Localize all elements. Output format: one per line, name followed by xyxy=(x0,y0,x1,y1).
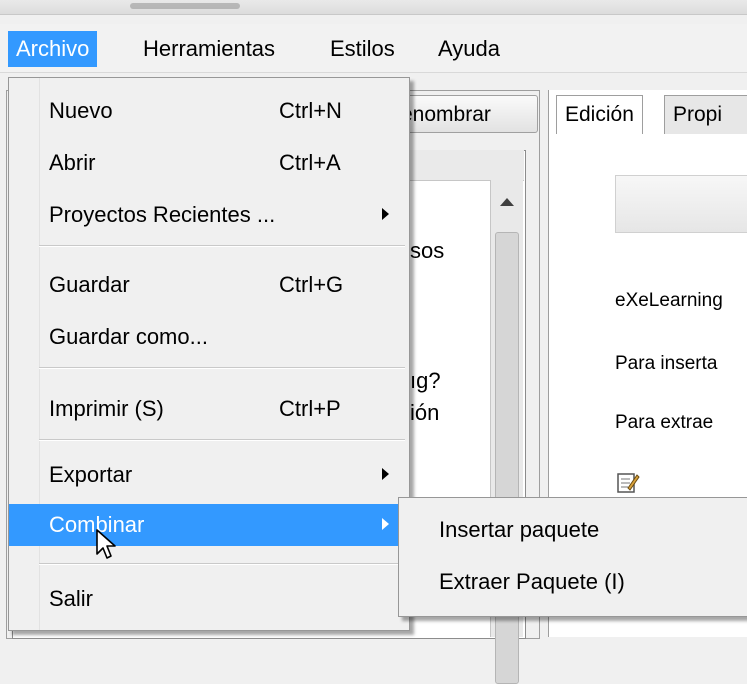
menu-item-nuevo[interactable]: Nuevo Ctrl+N xyxy=(9,90,407,132)
submenu-item-label: Extraer Paquete (I) xyxy=(439,569,625,594)
menu-item-imprimir[interactable]: Imprimir (S) Ctrl+P xyxy=(9,388,407,430)
menu-item-shortcut: Ctrl+N xyxy=(279,98,342,123)
menu-herramientas[interactable]: Herramientas xyxy=(135,31,283,67)
archivo-dropdown-menu: Nuevo Ctrl+N Abrir Ctrl+A Proyectos Reci… xyxy=(8,77,410,631)
menu-separator xyxy=(39,439,405,441)
window-title-strip xyxy=(0,0,747,15)
submenu-arrow-icon xyxy=(382,208,389,220)
combinar-submenu: Insertar paquete Extraer Paquete (I) xyxy=(398,497,747,617)
menu-item-label: Imprimir (S) xyxy=(49,396,164,421)
outline-text-fragment: sos xyxy=(410,238,445,263)
submenu-arrow-icon xyxy=(382,518,389,530)
outline-text-fragment: ión xyxy=(410,400,440,425)
menu-ayuda[interactable]: Ayuda xyxy=(430,31,508,67)
submenu-item-insertar-paquete[interactable]: Insertar paquete xyxy=(399,509,745,551)
menu-separator xyxy=(39,367,405,369)
menu-item-guardar-como[interactable]: Guardar como... xyxy=(9,316,407,358)
tab-propiedades[interactable]: Propi xyxy=(664,95,747,134)
menu-item-exportar[interactable]: Exportar xyxy=(9,454,407,496)
submenu-item-label: Insertar paquete xyxy=(439,517,600,542)
menu-item-shortcut: Ctrl+A xyxy=(279,150,341,175)
content-line: Para extrae xyxy=(615,412,714,433)
menu-item-label: Nuevo xyxy=(49,98,113,123)
menu-item-abrir[interactable]: Abrir Ctrl+A xyxy=(9,142,407,184)
submenu-arrow-icon xyxy=(382,468,389,480)
menu-item-label: Guardar como... xyxy=(49,324,208,349)
menu-item-label: Salir xyxy=(49,586,94,611)
menu-item-salir[interactable]: Salir xyxy=(9,578,407,620)
menu-separator xyxy=(39,563,405,565)
tab-edicion[interactable]: Edición xyxy=(556,95,643,134)
menu-item-combinar[interactable]: Combinar xyxy=(9,504,407,546)
menu-item-label: Abrir xyxy=(49,150,96,175)
menu-item-shortcut: Ctrl+G xyxy=(279,272,344,297)
menu-archivo[interactable]: Archivo xyxy=(8,31,98,67)
mouse-pointer-icon xyxy=(95,528,119,567)
submenu-item-extraer-paquete[interactable]: Extraer Paquete (I) xyxy=(399,561,745,603)
menu-estilos[interactable]: Estilos xyxy=(322,31,403,67)
menu-item-guardar[interactable]: Guardar Ctrl+G xyxy=(9,264,407,306)
menu-item-label: Exportar xyxy=(49,462,133,487)
menu-item-label: Guardar xyxy=(49,272,130,297)
content-header-bar xyxy=(615,175,747,233)
menu-bar: Archivo Herramientas Estilos Ayuda xyxy=(0,24,747,73)
menu-item-proyectos-recientes[interactable]: Proyectos Recientes ... xyxy=(9,194,407,236)
menu-item-label: Proyectos Recientes ... xyxy=(49,202,276,227)
content-line: Para inserta xyxy=(615,353,718,374)
menu-item-shortcut: Ctrl+P xyxy=(279,396,341,421)
title-strip-shadow xyxy=(130,3,240,9)
scroll-up-icon[interactable] xyxy=(500,198,514,206)
menu-separator xyxy=(39,245,405,247)
outline-text-fragment: ıg? xyxy=(410,368,441,393)
content-line: eXeLearning xyxy=(615,290,723,311)
